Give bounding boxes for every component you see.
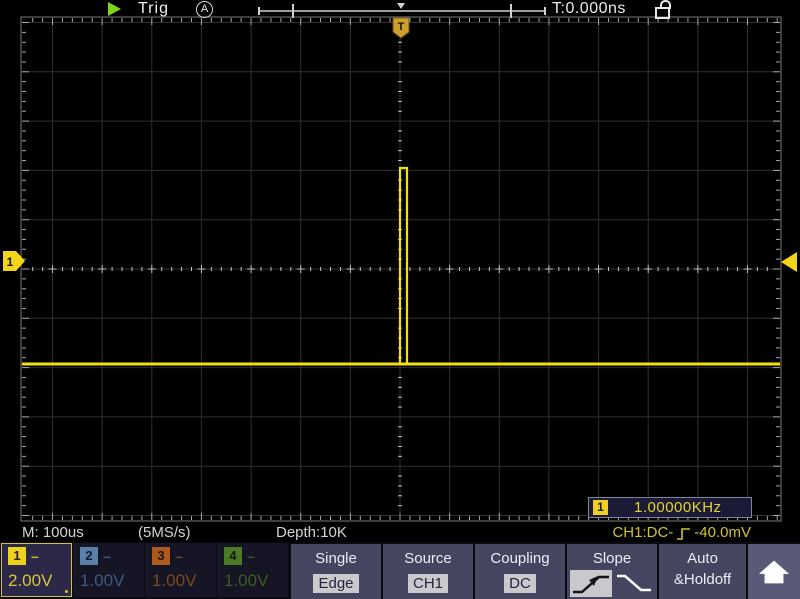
chann3-coupling-mark: – (175, 548, 183, 564)
auto-holdoff-line1: Auto (659, 550, 746, 567)
trigger-coupling-button[interactable]: Coupling DC (475, 544, 565, 599)
trigger-source-coupling: CH1:DC- (612, 524, 673, 541)
channel1-info-box[interactable]: 1 – 2.00V (1, 543, 72, 597)
channel4-scale: 1.00V (224, 571, 288, 591)
trigger-status-label: Trig (138, 0, 169, 18)
center-rulers (33, 32, 768, 505)
grid-lines (22, 18, 780, 520)
status-bar: M: 100us (5MS/s) Depth:10K CH1:DC- -40.0… (0, 522, 800, 542)
oscilloscope-screen: Trig A T:0.000ns T 1 1 1.00000KHz M: 100u… (0, 0, 800, 599)
trigger-source-value: CH1 (408, 574, 448, 593)
bottom-menu-bar: 1 – 2.00V 2 – 1.00V 3 – 1.00V 4 – (0, 542, 800, 599)
waveform-pulse (400, 168, 407, 364)
channel1-selected-dot (65, 590, 68, 593)
trigger-slope-button[interactable]: Slope (567, 544, 657, 599)
channel2-coupling-mark: – (103, 548, 111, 564)
rising-slope-icon[interactable] (570, 570, 612, 597)
svg-text:T: T (398, 21, 405, 33)
auto-holdoff-line2: &Holdoff (659, 571, 746, 588)
graticule-border (21, 17, 781, 521)
rising-edge-icon (676, 527, 691, 541)
trigger-mode-label: Single (291, 550, 381, 567)
channel1-position-marker[interactable]: 1 (3, 251, 25, 271)
home-button[interactable] (748, 544, 800, 599)
channel1-badge: 1 (8, 547, 26, 565)
auto-holdoff-button[interactable]: Auto &Holdoff (659, 544, 746, 599)
trigger-level-marker[interactable] (781, 252, 797, 272)
svg-text:1: 1 (7, 255, 14, 269)
memory-depth-readout: Depth:10K (276, 524, 347, 541)
channel3-info-box[interactable]: 3 – 1.00V (145, 543, 216, 597)
channel2-scale: 1.00V (80, 571, 144, 591)
trigger-source-button[interactable]: Source CH1 (383, 544, 473, 599)
trigger-level-readout: -40.0mV (694, 524, 751, 541)
trigger-mode-value: Edge (313, 574, 358, 593)
timebase-readout: M: 100us (22, 524, 84, 541)
lock-body (655, 7, 670, 19)
run-play-icon[interactable] (108, 2, 121, 16)
channel2-info-box[interactable]: 2 – 1.00V (73, 543, 144, 597)
home-icon (757, 557, 791, 587)
trigger-source-label: Source (383, 550, 473, 567)
trigger-coupling-value: DC (504, 574, 536, 593)
axis-ticks (22, 18, 780, 520)
frequency-counter-box: 1 1.00000KHz (588, 497, 752, 518)
channel3-badge: 3 (152, 547, 170, 565)
trigger-time-readout: T:0.000ns (552, 0, 626, 18)
freq-counter-value: 1.00000KHz (634, 499, 722, 516)
top-bar: Trig A T:0.000ns (0, 0, 800, 17)
freq-channel-badge: 1 (593, 500, 608, 515)
channel4-badge: 4 (224, 547, 242, 565)
channel2-badge: 2 (80, 547, 98, 565)
channel3-scale: 1.00V (152, 571, 216, 591)
trigger-settings-readout: CH1:DC- -40.0mV (612, 524, 751, 541)
channel4-info-box[interactable]: 4 – 1.00V (217, 543, 288, 597)
trigger-coupling-label: Coupling (475, 550, 565, 567)
channel1-coupling-mark: – (31, 548, 39, 564)
trigger-mode-button[interactable]: Single Edge (291, 544, 381, 599)
falling-slope-icon[interactable] (614, 570, 654, 597)
trigger-position-flag[interactable]: T (393, 18, 409, 38)
auto-trigger-icon: A (196, 1, 213, 18)
channel4-coupling-mark: – (247, 548, 255, 564)
trigger-slope-label: Slope (567, 550, 657, 567)
sample-rate-readout: (5MS/s) (138, 524, 191, 541)
unlock-icon[interactable] (655, 0, 671, 18)
channel1-scale: 2.00V (8, 571, 71, 591)
